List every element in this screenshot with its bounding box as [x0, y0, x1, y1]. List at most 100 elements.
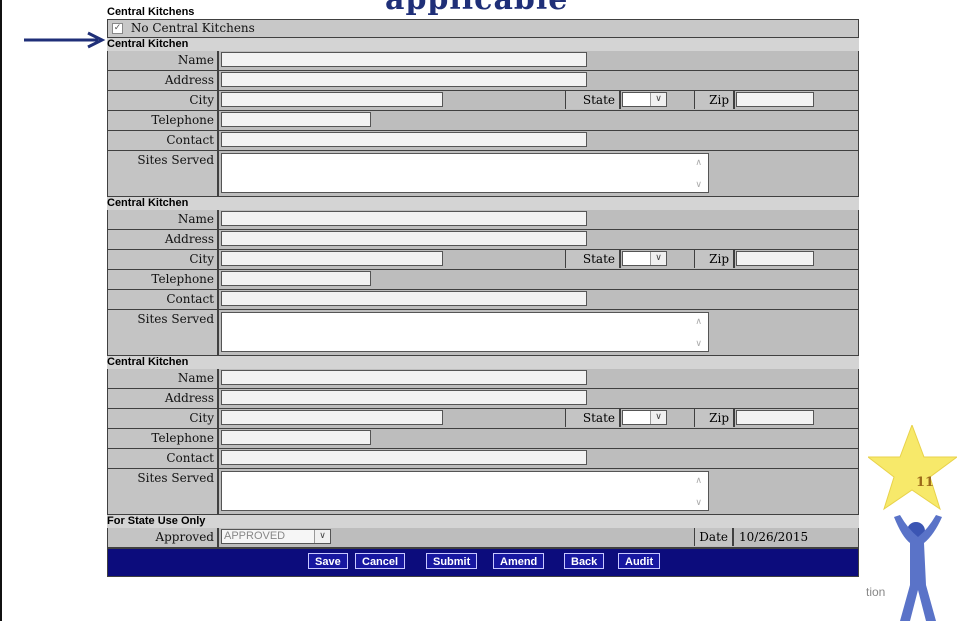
address-label: Address: [108, 71, 219, 90]
contact-row: Contact: [107, 449, 859, 469]
save-button[interactable]: Save: [308, 553, 348, 569]
sites-served-row: Sites Served ∧ ∨: [107, 151, 859, 197]
contact-input[interactable]: [221, 132, 587, 147]
no-central-kitchens-row[interactable]: ✓ No Central Kitchens: [107, 19, 859, 38]
chevron-down-icon: ∨: [650, 411, 666, 424]
sites-served-textarea[interactable]: ∧ ∨: [221, 153, 709, 193]
sites-served-row: Sites Served ∧ ∨: [107, 469, 859, 515]
address-input[interactable]: [221, 72, 587, 87]
name-row: Name: [107, 369, 859, 389]
city-input[interactable]: [221, 410, 443, 425]
scroll-up-icon[interactable]: ∧: [695, 476, 702, 486]
contact-input[interactable]: [221, 450, 587, 465]
contact-input[interactable]: [221, 291, 587, 306]
zip-input[interactable]: [736, 251, 814, 266]
telephone-row: Telephone: [107, 270, 859, 290]
state-label: State: [565, 409, 621, 427]
contact-row: Contact: [107, 290, 859, 310]
city-label: City: [108, 91, 219, 110]
state-label: State: [565, 91, 621, 109]
name-input[interactable]: [221, 211, 587, 226]
address-label: Address: [108, 389, 219, 408]
scroll-down-icon[interactable]: ∨: [695, 498, 702, 508]
approved-select[interactable]: APPROVED ∨: [221, 529, 331, 544]
city-input[interactable]: [221, 251, 443, 266]
address-row: Address: [107, 389, 859, 409]
telephone-label: Telephone: [108, 111, 219, 130]
contact-label: Contact: [108, 290, 219, 309]
telephone-input[interactable]: [221, 271, 371, 286]
telephone-input[interactable]: [221, 112, 371, 127]
sites-served-textarea[interactable]: ∧ ∨: [221, 312, 709, 352]
city-label: City: [108, 250, 219, 269]
zip-label: Zip: [694, 91, 735, 109]
central-kitchen-block: Central Kitchen Name Address City State …: [107, 197, 859, 356]
slide-left-border: [0, 0, 2, 621]
pointer-arrow-icon: [24, 31, 106, 49]
scroll-up-icon[interactable]: ∧: [695, 317, 702, 327]
city-row: City State ∨ Zip: [107, 91, 859, 111]
address-row: Address: [107, 71, 859, 91]
name-row: Name: [107, 51, 859, 71]
address-input[interactable]: [221, 231, 587, 246]
no-central-kitchens-label: No Central Kitchens: [130, 21, 255, 35]
zip-input[interactable]: [736, 92, 814, 107]
date-label: Date: [694, 528, 734, 546]
chevron-down-icon: ∨: [314, 530, 330, 543]
zip-input[interactable]: [736, 410, 814, 425]
approved-row: Approved APPROVED ∨ Date 10/26/2015: [107, 528, 859, 548]
approved-label: Approved: [108, 528, 219, 547]
button-bar: Save Cancel Submit Amend Back Audit: [107, 548, 859, 577]
zip-label: Zip: [694, 409, 735, 427]
telephone-row: Telephone: [107, 429, 859, 449]
city-row: City State ∨ Zip: [107, 409, 859, 429]
name-label: Name: [108, 51, 219, 70]
sites-served-label: Sites Served: [108, 151, 219, 196]
chevron-down-icon: ∨: [650, 93, 666, 106]
telephone-input[interactable]: [221, 430, 371, 445]
kitchen-title: Central Kitchen: [107, 38, 859, 51]
name-row: Name: [107, 210, 859, 230]
telephone-label: Telephone: [108, 270, 219, 289]
name-label: Name: [108, 210, 219, 229]
central-kitchens-form: Central Kitchens ✓ No Central Kitchens C…: [107, 6, 859, 577]
city-input[interactable]: [221, 92, 443, 107]
scroll-down-icon[interactable]: ∨: [695, 180, 702, 190]
submit-button[interactable]: Submit: [426, 553, 478, 569]
zip-label: Zip: [694, 250, 735, 268]
page-number: 11: [915, 475, 935, 490]
state-select[interactable]: ∨: [622, 92, 667, 107]
name-label: Name: [108, 369, 219, 388]
cancel-button[interactable]: Cancel: [355, 553, 406, 569]
audit-button[interactable]: Audit: [618, 553, 661, 569]
state-select[interactable]: ∨: [622, 251, 667, 266]
sites-served-row: Sites Served ∧ ∨: [107, 310, 859, 356]
state-select[interactable]: ∨: [622, 410, 667, 425]
chevron-down-icon: ∨: [650, 252, 666, 265]
sites-served-label: Sites Served: [108, 469, 219, 514]
state-label: State: [565, 250, 621, 268]
approved-value: APPROVED: [224, 530, 286, 542]
central-kitchen-block: Central Kitchen Name Address City State …: [107, 356, 859, 515]
address-input[interactable]: [221, 390, 587, 405]
date-value: 10/26/2015: [739, 530, 809, 544]
name-input[interactable]: [221, 52, 587, 67]
section-title: Central Kitchens: [107, 6, 195, 18]
scroll-up-icon[interactable]: ∧: [695, 158, 702, 168]
name-input[interactable]: [221, 370, 587, 385]
scroll-down-icon[interactable]: ∨: [695, 339, 702, 349]
kitchen-title: Central Kitchen: [107, 356, 859, 369]
contact-label: Contact: [108, 131, 219, 150]
sites-served-label: Sites Served: [108, 310, 219, 355]
contact-row: Contact: [107, 131, 859, 151]
address-row: Address: [107, 230, 859, 250]
sites-served-textarea[interactable]: ∧ ∨: [221, 471, 709, 511]
central-kitchen-block: Central Kitchen Name Address City State …: [107, 38, 859, 197]
city-row: City State ∨ Zip: [107, 250, 859, 270]
back-button[interactable]: Back: [564, 553, 605, 569]
telephone-row: Telephone: [107, 111, 859, 131]
city-label: City: [108, 409, 219, 428]
checkbox-icon[interactable]: ✓: [112, 23, 123, 34]
state-use-title: For State Use Only: [107, 515, 859, 528]
amend-button[interactable]: Amend: [493, 553, 545, 569]
